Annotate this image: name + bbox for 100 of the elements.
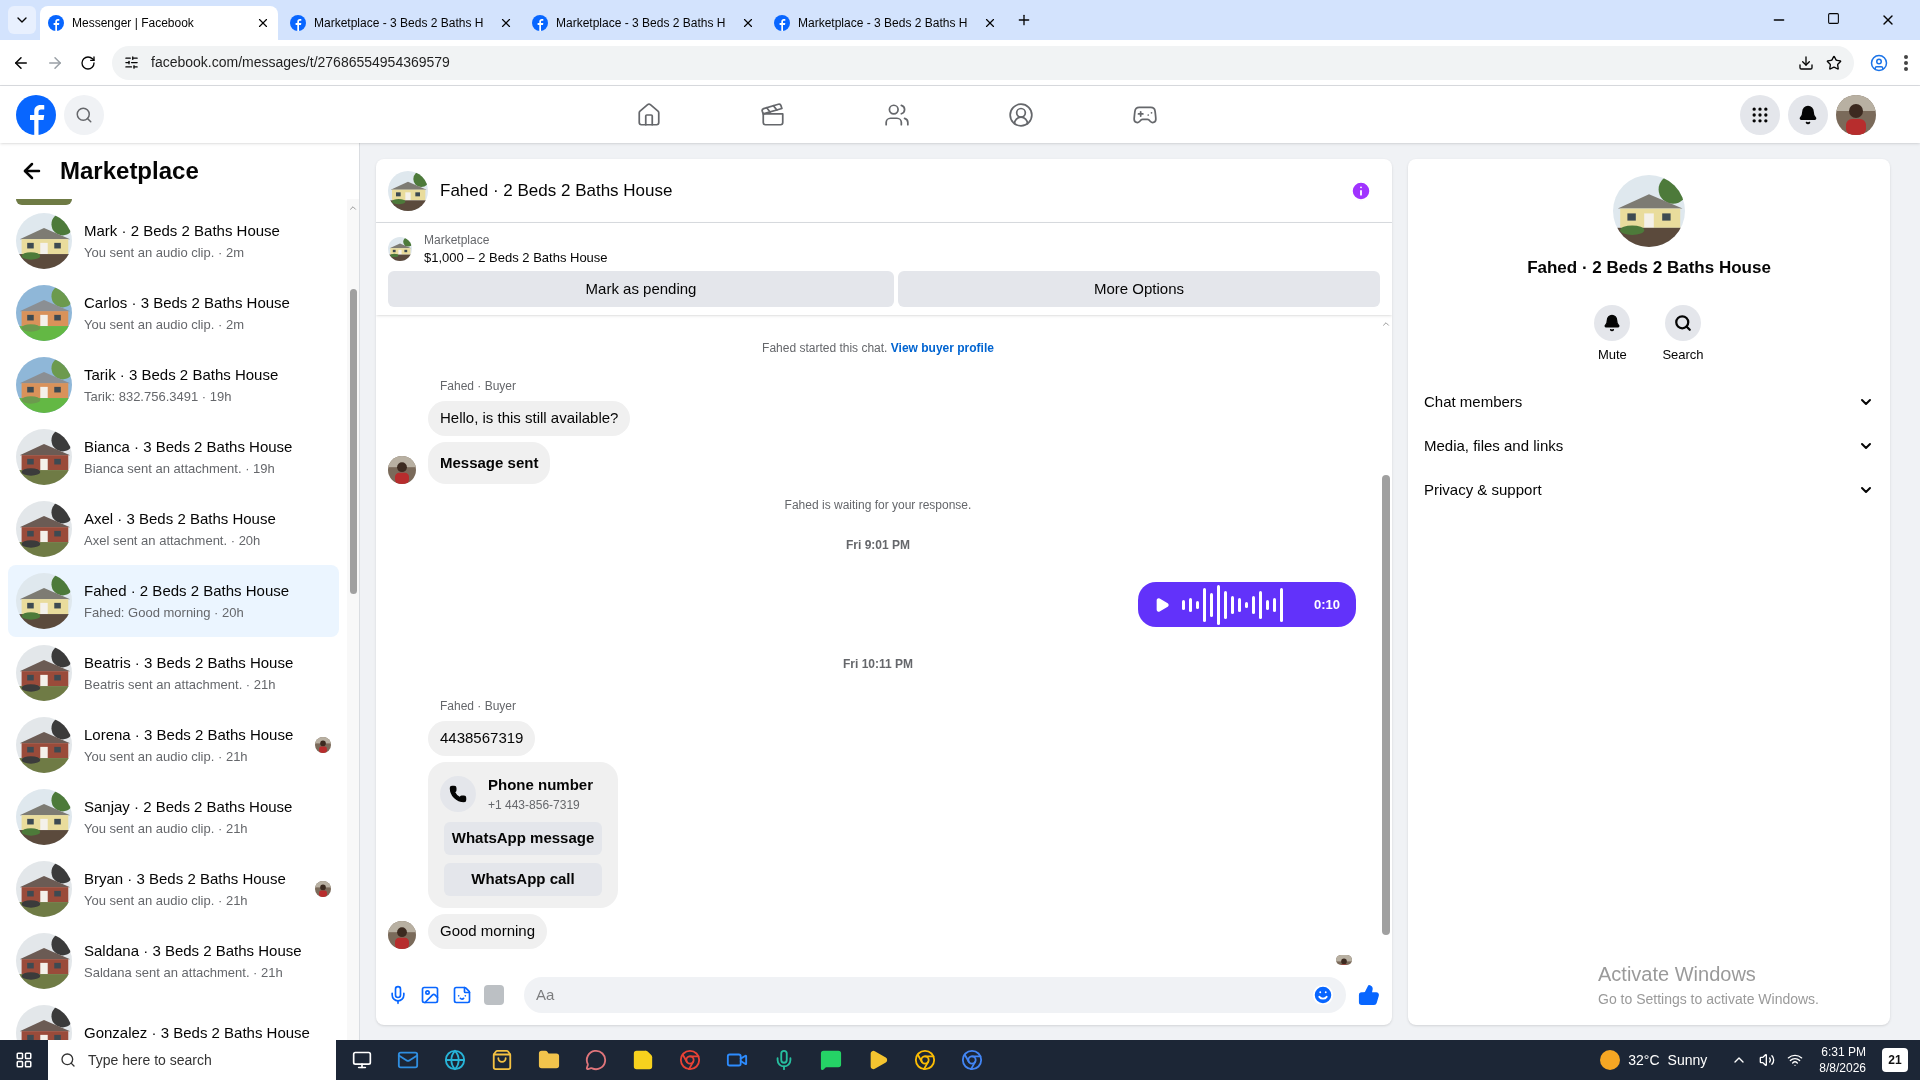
browser-icon[interactable] bbox=[914, 1049, 936, 1071]
conversation-title: Bianca · 3 Beds 2 Baths House bbox=[84, 437, 294, 457]
facebook-logo-icon bbox=[774, 15, 790, 31]
reload-icon[interactable] bbox=[80, 54, 96, 71]
listing-action-button[interactable]: Mark as pending bbox=[388, 271, 894, 307]
search-button[interactable] bbox=[64, 94, 104, 135]
search-icon bbox=[1674, 313, 1692, 332]
timestamp: Fri 10:11 PM bbox=[843, 656, 913, 674]
search-icon bbox=[75, 105, 93, 124]
note-icon[interactable] bbox=[632, 1049, 654, 1071]
new-tab-icon[interactable] bbox=[1016, 12, 1032, 28]
like-icon[interactable] bbox=[1358, 984, 1380, 1006]
sticker-icon[interactable] bbox=[452, 985, 472, 1005]
contact-phone: +1 443-856-7319 bbox=[488, 797, 581, 815]
video-icon[interactable] bbox=[760, 101, 786, 128]
facebook-logo-icon bbox=[48, 15, 64, 31]
conversation-item[interactable]: Lorena · 3 Beds 2 Baths House You sent an audio clip. · 21h bbox=[8, 709, 339, 781]
tab-title: Marketplace - 3 Beds 2 Baths H bbox=[314, 15, 484, 32]
site-settings-icon[interactable] bbox=[124, 55, 139, 70]
conversation-title: Lorena · 3 Beds 2 Baths House bbox=[84, 725, 295, 745]
tab-title: Marketplace - 3 Beds 2 Baths H bbox=[798, 15, 968, 32]
conversation-title: Beatris · 3 Beds 2 Baths House bbox=[84, 653, 295, 673]
volume-icon[interactable] bbox=[1759, 1052, 1776, 1068]
browser-tab[interactable]: Marketplace - 3 Beds 2 Baths H bbox=[282, 6, 520, 40]
play-icon[interactable] bbox=[1154, 596, 1170, 613]
profile-circle-icon[interactable] bbox=[1008, 101, 1034, 128]
scrollbar-thumb[interactable] bbox=[349, 289, 357, 594]
conversation-title: Saldana · 3 Beds 2 Baths House bbox=[84, 941, 303, 961]
system-message: Fahed is waiting for your response. bbox=[784, 497, 972, 514]
restore-icon[interactable] bbox=[1827, 12, 1840, 25]
clock-date: 8/8/2026 bbox=[1819, 1060, 1866, 1076]
facebook-logo-icon bbox=[290, 15, 306, 31]
home-icon[interactable] bbox=[636, 101, 662, 128]
folder-icon[interactable] bbox=[538, 1049, 560, 1071]
microphone-icon[interactable] bbox=[388, 985, 408, 1005]
conversation-preview: Beatris sent an attachment. · 21h bbox=[84, 675, 277, 694]
tab-title: Marketplace - 3 Beds 2 Baths H bbox=[556, 15, 726, 32]
conversation-preview: You sent an audio clip. · 2m bbox=[84, 243, 245, 262]
profile-icon[interactable] bbox=[1870, 53, 1888, 72]
conversation-item[interactable]: Saldana · 3 Beds 2 Baths House Saldana sent an attachment. · 21h bbox=[8, 925, 339, 997]
conversation-item[interactable]: Fahed · 2 Beds 2 Baths House Fahed: Good morning · 20h bbox=[8, 565, 339, 637]
conversation-item[interactable]: Bryan · 3 Beds 2 Baths House You sent an audio clip. · 21h bbox=[8, 853, 339, 925]
conversation-item[interactable]: Bianca · 3 Beds 2 Baths House Bianca sent an attachment. · 19h bbox=[8, 421, 339, 493]
conversation-item[interactable]: Carlos · 3 Beds 2 Baths House You sent an audio clip. · 2m bbox=[8, 277, 339, 349]
chat-bubble-icon[interactable] bbox=[585, 1049, 607, 1071]
install-icon[interactable] bbox=[1798, 54, 1814, 71]
browser-tab[interactable]: Marketplace - 3 Beds 2 Baths H bbox=[766, 6, 1004, 40]
store-icon[interactable] bbox=[491, 1049, 513, 1071]
conversation-item[interactable]: Sanjay · 2 Beds 2 Baths House You sent an audio clip. · 21h bbox=[8, 781, 339, 853]
image-icon[interactable] bbox=[420, 985, 440, 1005]
emoji-icon[interactable] bbox=[1312, 984, 1334, 1006]
conversation-preview: You sent an audio clip. · 2m bbox=[84, 315, 245, 334]
browser-icon[interactable] bbox=[961, 1049, 983, 1071]
notification-badge[interactable]: 21 bbox=[1882, 1048, 1908, 1072]
conversation-title: Fahed · 2 Beds 2 Baths House bbox=[84, 581, 291, 601]
listing-action-button[interactable]: More Options bbox=[898, 271, 1380, 307]
conversation-preview: You sent an audio clip. · 21h bbox=[84, 819, 249, 838]
address-bar[interactable]: facebook.com/messages/t/27686554954369579 bbox=[112, 45, 1854, 80]
audio-message[interactable]: 0:10 bbox=[1138, 582, 1356, 628]
browser-tab[interactable]: Marketplace - 3 Beds 2 Baths H bbox=[524, 6, 762, 40]
details-section[interactable]: Chat members bbox=[1424, 380, 1874, 424]
sender-label: Fahed · Buyer bbox=[440, 698, 517, 716]
message-field[interactable]: Aa bbox=[524, 977, 1346, 1013]
conversation-item[interactable]: Mark · 2 Beds 2 Baths House You sent an audio clip. · 2m bbox=[8, 205, 339, 277]
mail-icon[interactable] bbox=[397, 1049, 419, 1071]
conversation-title: Axel · 3 Beds 2 Baths House bbox=[84, 509, 277, 529]
menu-grid-button[interactable] bbox=[1740, 94, 1780, 135]
listing-title: $1,000 – 2 Beds 2 Baths House bbox=[424, 249, 608, 267]
notifications-button[interactable] bbox=[1788, 94, 1828, 135]
listing-label: Marketplace bbox=[424, 232, 491, 249]
scrollbar-thumb[interactable] bbox=[1382, 475, 1390, 935]
scrollbar[interactable] bbox=[347, 199, 359, 1040]
info-icon[interactable] bbox=[1350, 179, 1372, 202]
whatsapp-button[interactable]: WhatsApp call bbox=[444, 863, 602, 897]
facebook-logo-icon[interactable] bbox=[16, 94, 56, 135]
network-icon[interactable] bbox=[1787, 1052, 1804, 1068]
friends-icon[interactable] bbox=[884, 101, 910, 128]
menu-dots-icon[interactable] bbox=[1904, 54, 1908, 71]
details-section[interactable]: Privacy & support bbox=[1424, 468, 1874, 512]
globe-icon[interactable] bbox=[444, 1049, 466, 1071]
conversation-preview: Fahed: Good morning · 20h bbox=[84, 603, 245, 622]
conversation-title: Bryan · 3 Beds 2 Baths House bbox=[84, 869, 287, 889]
details-section[interactable]: Media, files and links bbox=[1424, 424, 1874, 468]
conversation-title: Carlos · 3 Beds 2 Baths House bbox=[84, 293, 291, 313]
conversation-item[interactable]: Tarik · 3 Beds 2 Baths House Tarik: 832.756.3491 · 19h bbox=[8, 349, 339, 421]
message-icon[interactable] bbox=[820, 1049, 842, 1071]
whatsapp-button[interactable]: WhatsApp message bbox=[444, 822, 602, 856]
timestamp: Fri 9:01 PM bbox=[846, 537, 910, 554]
buyer-profile-link[interactable]: View buyer profile bbox=[890, 341, 994, 355]
task-view-icon[interactable] bbox=[352, 1050, 372, 1070]
browser-tab[interactable]: Messenger | Facebook bbox=[40, 6, 278, 40]
bookmark-star-icon[interactable] bbox=[1826, 54, 1842, 71]
conversation-item[interactable]: Beatris · 3 Beds 2 Baths House Beatris sent an attachment. · 21h bbox=[8, 637, 339, 709]
tab-search-button[interactable] bbox=[8, 6, 36, 34]
sidebar-title: Marketplace bbox=[60, 156, 199, 186]
conversation-item[interactable]: Axel · 3 Beds 2 Baths House Axel sent an attachment. · 20h bbox=[8, 493, 339, 565]
browser-icon[interactable] bbox=[679, 1049, 701, 1071]
activation-title: Activate Windows bbox=[1598, 962, 1757, 987]
close-icon[interactable] bbox=[256, 16, 270, 30]
message-input[interactable]: Aa bbox=[536, 983, 1312, 1007]
